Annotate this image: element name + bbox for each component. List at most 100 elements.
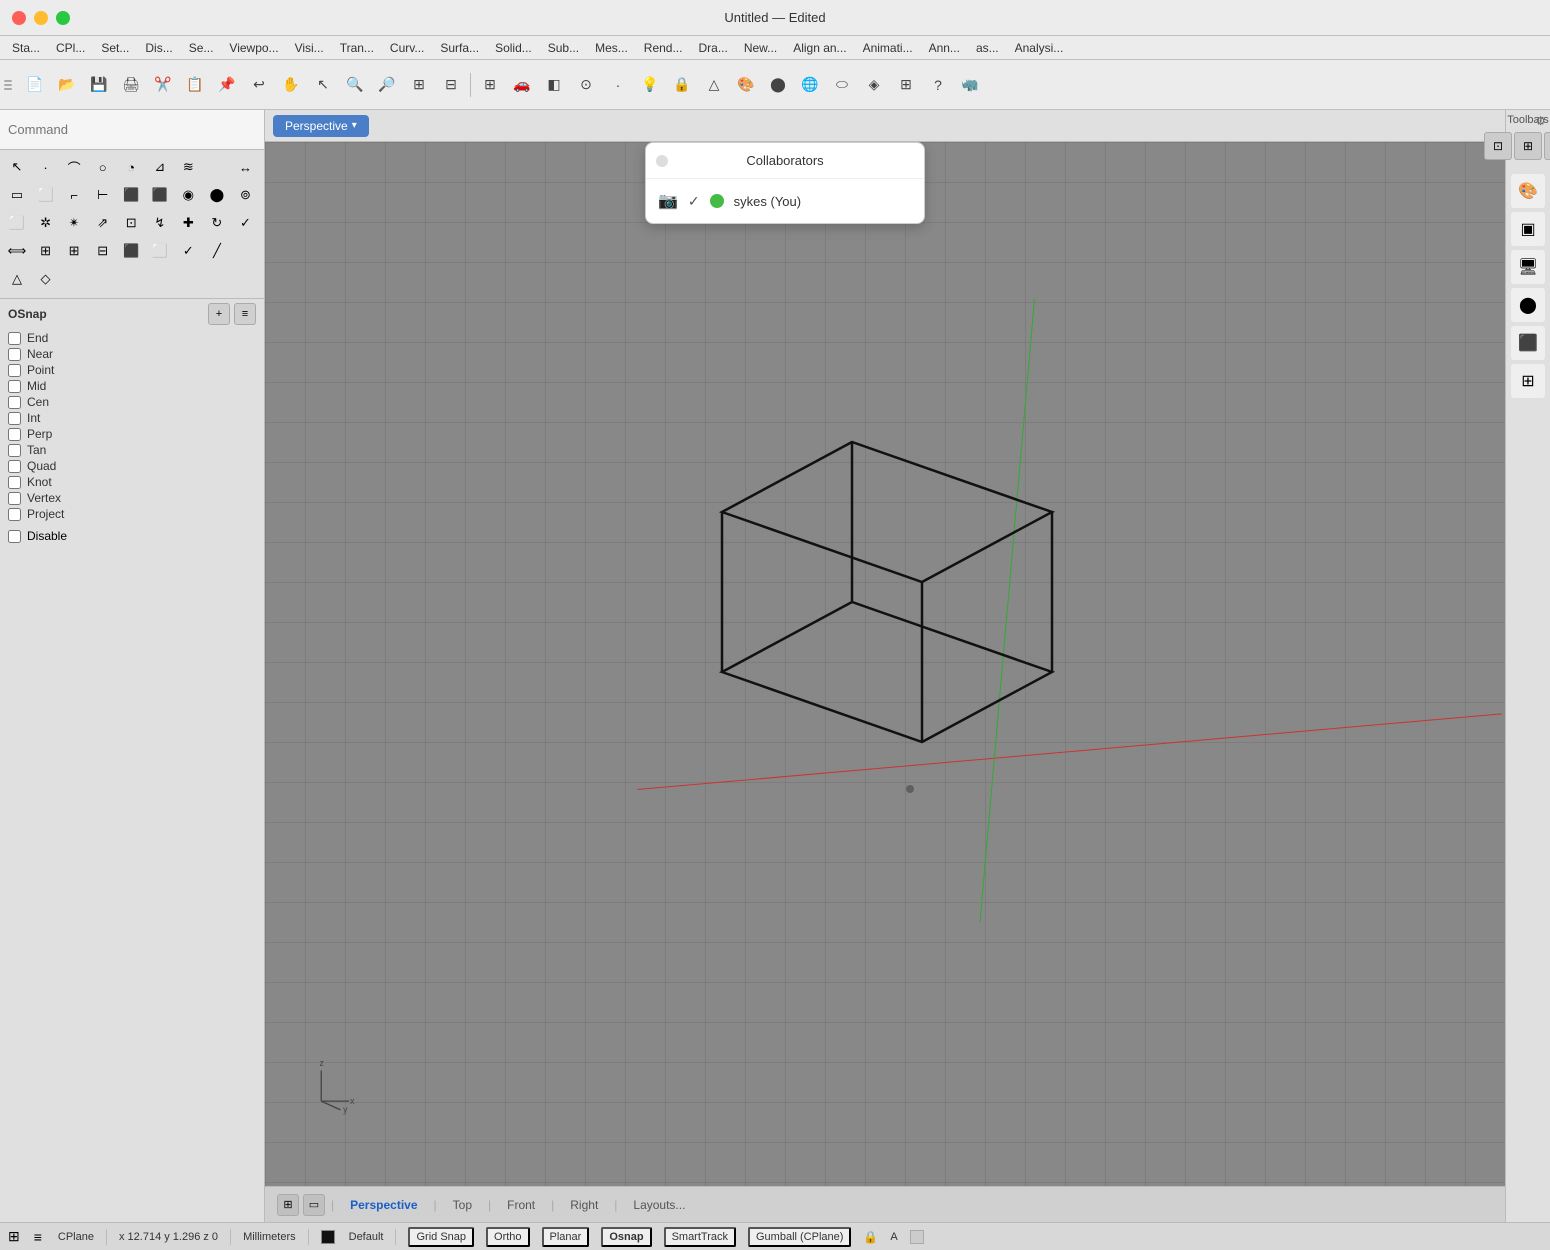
snap-near-checkbox[interactable]: [8, 348, 21, 361]
snap-target[interactable]: ⊙: [571, 70, 601, 100]
check-tool[interactable]: ✓: [175, 238, 201, 264]
lock-icon[interactable]: 🔒: [667, 70, 697, 100]
tab-layouts[interactable]: Layouts...: [623, 1194, 695, 1216]
viewport-dropdown-arrow[interactable]: ▾: [352, 120, 357, 131]
snap-perp-checkbox[interactable]: [8, 428, 21, 441]
menu-surfa[interactable]: Surfa...: [432, 39, 487, 57]
menu-align[interactable]: Align an...: [785, 39, 854, 57]
slash-tool[interactable]: ╱: [204, 238, 230, 264]
toolbar-mini-2[interactable]: ⊞: [1514, 132, 1542, 160]
snap-mid-checkbox[interactable]: [8, 380, 21, 393]
sub-tool[interactable]: ✴: [61, 210, 87, 236]
3d-viewport[interactable]: z y x Collaborators: [265, 142, 1505, 1186]
snap-vertex-checkbox[interactable]: [8, 492, 21, 505]
osnap-point-row[interactable]: Point: [8, 363, 256, 377]
osnap-near-row[interactable]: Near: [8, 347, 256, 361]
snap-disable-checkbox[interactable]: [8, 530, 21, 543]
library-icon[interactable]: ⬤: [1511, 288, 1545, 322]
close-button[interactable]: [12, 11, 26, 25]
triangle-tool[interactable]: △: [4, 266, 30, 292]
point-tool[interactable]: ·: [33, 154, 59, 180]
collab-close-button[interactable]: [656, 155, 668, 167]
move-tool[interactable]: ✚: [175, 210, 201, 236]
menu-new[interactable]: New...: [736, 39, 785, 57]
light-button[interactable]: 💡: [635, 70, 665, 100]
ortho-button[interactable]: Ortho: [486, 1227, 530, 1247]
mesh-button[interactable]: ⊞: [891, 70, 921, 100]
window-controls[interactable]: [12, 11, 70, 25]
grid-button[interactable]: ⊞: [475, 70, 505, 100]
osnap-end-row[interactable]: End: [8, 331, 256, 345]
maximize-button[interactable]: [56, 11, 70, 25]
rect-tool[interactable]: ▭: [4, 182, 30, 208]
menu-mes[interactable]: Mes...: [587, 39, 636, 57]
zoom-in-button[interactable]: 🔍: [340, 70, 370, 100]
tab-right[interactable]: Right: [560, 1194, 608, 1216]
layers-panel-icon[interactable]: 🎨: [1511, 174, 1545, 208]
snap-end-checkbox[interactable]: [8, 332, 21, 345]
menu-sta[interactable]: Sta...: [4, 39, 48, 57]
menu-visi[interactable]: Visi...: [287, 39, 332, 57]
empty4-tool[interactable]: [118, 266, 144, 292]
empty-tool[interactable]: [232, 238, 258, 264]
tab-perspective[interactable]: Perspective: [340, 1194, 427, 1216]
menu-rend[interactable]: Rend...: [636, 39, 691, 57]
block-tool[interactable]: ⬛: [118, 238, 144, 264]
arc-tool[interactable]: ◔: [118, 154, 144, 180]
color-wheel[interactable]: 🎨: [731, 70, 761, 100]
minimize-button[interactable]: [34, 11, 48, 25]
snap-point-checkbox[interactable]: [8, 364, 21, 377]
zoom-window-button[interactable]: ⊟: [436, 70, 466, 100]
osnap-project-row[interactable]: Project: [8, 507, 256, 521]
zoom-out-button[interactable]: 🔎: [372, 70, 402, 100]
zoom-ext-button[interactable]: ⊞: [404, 70, 434, 100]
tab-top[interactable]: Top: [443, 1194, 482, 1216]
save-button[interactable]: 💾: [84, 70, 114, 100]
toolbars-gear-icon[interactable]: ⚙: [1535, 114, 1546, 128]
pan-button[interactable]: ✋: [276, 70, 306, 100]
perspective-tab[interactable]: Perspective ▾: [273, 115, 369, 137]
record-tool[interactable]: ⬜: [147, 238, 173, 264]
rhino-logo[interactable]: 🦏: [955, 70, 985, 100]
block-panel-icon[interactable]: ⊞: [1511, 364, 1545, 398]
command-input-area[interactable]: [0, 110, 264, 150]
empty6-tool[interactable]: [175, 266, 201, 292]
help-button[interactable]: ?: [923, 70, 953, 100]
group-tool[interactable]: ⊟: [90, 238, 116, 264]
empty5-tool[interactable]: [147, 266, 173, 292]
blend2-tool[interactable]: ↯: [147, 210, 173, 236]
surface-tool[interactable]: ⬜: [33, 182, 59, 208]
tab-front[interactable]: Front: [497, 1194, 545, 1216]
osnap-cen-row[interactable]: Cen: [8, 395, 256, 409]
empty3-tool[interactable]: [90, 266, 116, 292]
print-button[interactable]: 🖨: [116, 70, 146, 100]
menu-tran[interactable]: Tran...: [332, 39, 382, 57]
trim-tool[interactable]: ⊢: [90, 182, 116, 208]
snap-project-checkbox[interactable]: [8, 508, 21, 521]
smarttrack-button[interactable]: SmartTrack: [664, 1227, 736, 1247]
display-panel-icon[interactable]: 🖥: [1511, 250, 1545, 284]
menu-solid[interactable]: Solid...: [487, 39, 540, 57]
menu-sub[interactable]: Sub...: [540, 39, 587, 57]
diamond-tool[interactable]: ◇: [33, 266, 59, 292]
menu-cpl[interactable]: CPl...: [48, 39, 93, 57]
osnap-disable-row[interactable]: Disable: [8, 529, 256, 543]
empty7-tool[interactable]: [204, 266, 230, 292]
sphere2-tool[interactable]: ◉: [175, 182, 201, 208]
viewport-canvas[interactable]: z y x Collaborators: [265, 142, 1505, 1186]
done-tool[interactable]: ✓: [232, 210, 258, 236]
snap-quad-checkbox[interactable]: [8, 460, 21, 473]
cut-icon[interactable]: ✂️: [148, 70, 178, 100]
extrude-tool[interactable]: ⬛: [118, 182, 144, 208]
empty8-tool[interactable]: [232, 266, 258, 292]
rotate-tool[interactable]: ↻: [204, 210, 230, 236]
globe-button[interactable]: 🌐: [795, 70, 825, 100]
menu-ann[interactable]: Ann...: [921, 39, 968, 57]
grid2-tool[interactable]: ⊞: [61, 238, 87, 264]
freeform-tool[interactable]: ≋: [175, 154, 201, 180]
menu-set[interactable]: Set...: [93, 39, 137, 57]
array-tool[interactable]: ⊞: [33, 238, 59, 264]
osnap-add-button[interactable]: +: [208, 303, 230, 325]
select-tool[interactable]: ↖: [4, 154, 30, 180]
toolbar-mini-3[interactable]: ⊟: [1544, 132, 1550, 160]
